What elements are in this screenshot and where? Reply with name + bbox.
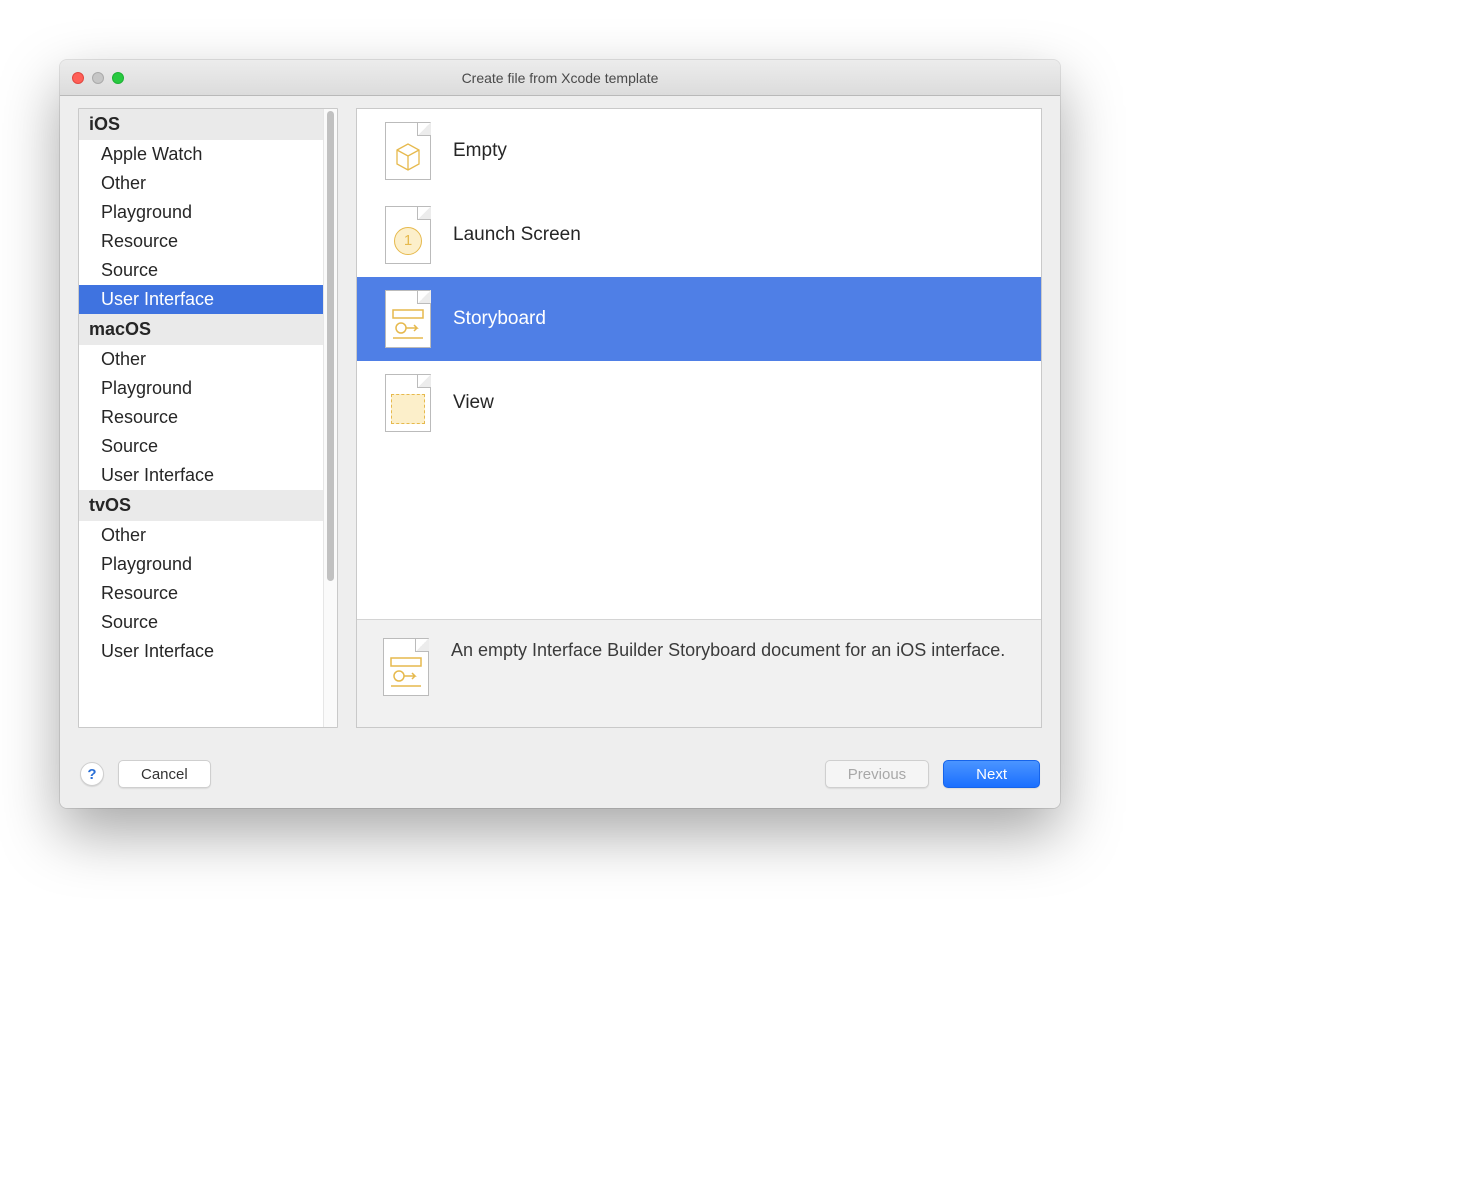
template-label: View bbox=[453, 392, 494, 414]
storyboard-icon bbox=[383, 638, 429, 696]
storyboard-icon bbox=[385, 290, 431, 348]
sidebar-group-tvos: tvOS bbox=[79, 490, 323, 521]
cancel-button[interactable]: Cancel bbox=[118, 760, 211, 788]
sidebar-item-user-interface[interactable]: User Interface bbox=[79, 285, 323, 314]
sidebar-item-playground[interactable]: Playground bbox=[79, 550, 323, 579]
minimize-icon bbox=[92, 72, 104, 84]
scrollbar-track[interactable] bbox=[323, 109, 337, 727]
sidebar: iOSApple WatchOtherPlaygroundResourceSou… bbox=[78, 108, 338, 728]
description-text: An empty Interface Builder Storyboard do… bbox=[451, 638, 1005, 709]
template-empty[interactable]: Empty bbox=[357, 109, 1041, 193]
close-icon[interactable] bbox=[72, 72, 84, 84]
template-label: Storyboard bbox=[453, 308, 546, 330]
sidebar-item-source[interactable]: Source bbox=[79, 256, 323, 285]
zoom-icon[interactable] bbox=[112, 72, 124, 84]
sidebar-item-user-interface[interactable]: User Interface bbox=[79, 461, 323, 490]
sidebar-item-resource[interactable]: Resource bbox=[79, 227, 323, 256]
scrollbar-thumb[interactable] bbox=[327, 111, 334, 581]
view-icon bbox=[385, 374, 431, 432]
launch-icon: 1 bbox=[385, 206, 431, 264]
template-label: Empty bbox=[453, 140, 507, 162]
sidebar-item-other[interactable]: Other bbox=[79, 169, 323, 198]
template-label: Launch Screen bbox=[453, 224, 581, 246]
cube-icon bbox=[385, 122, 431, 180]
sidebar-item-resource[interactable]: Resource bbox=[79, 403, 323, 432]
help-button[interactable]: ? bbox=[80, 762, 104, 786]
titlebar: Create file from Xcode template bbox=[60, 60, 1060, 96]
window-title: Create file from Xcode template bbox=[60, 70, 1060, 86]
next-button[interactable]: Next bbox=[943, 760, 1040, 788]
dialog-window: Create file from Xcode template iOSApple… bbox=[60, 60, 1060, 808]
previous-button: Previous bbox=[825, 760, 929, 788]
template-storyboard[interactable]: Storyboard bbox=[357, 277, 1041, 361]
sidebar-item-playground[interactable]: Playground bbox=[79, 374, 323, 403]
description-panel: An empty Interface Builder Storyboard do… bbox=[357, 619, 1041, 727]
sidebar-item-user-interface[interactable]: User Interface bbox=[79, 637, 323, 666]
footer: ? Cancel Previous Next bbox=[60, 746, 1060, 808]
main-panel: Empty 1 Launch Screen Storyboard View An emp… bbox=[356, 108, 1042, 728]
sidebar-item-source[interactable]: Source bbox=[79, 432, 323, 461]
sidebar-item-other[interactable]: Other bbox=[79, 521, 323, 550]
sidebar-item-other[interactable]: Other bbox=[79, 345, 323, 374]
sidebar-item-playground[interactable]: Playground bbox=[79, 198, 323, 227]
sidebar-item-source[interactable]: Source bbox=[79, 608, 323, 637]
sidebar-group-macos: macOS bbox=[79, 314, 323, 345]
template-view[interactable]: View bbox=[357, 361, 1041, 445]
template-launch-screen[interactable]: 1 Launch Screen bbox=[357, 193, 1041, 277]
sidebar-item-apple-watch[interactable]: Apple Watch bbox=[79, 140, 323, 169]
sidebar-group-ios: iOS bbox=[79, 109, 323, 140]
sidebar-item-resource[interactable]: Resource bbox=[79, 579, 323, 608]
template-list: Empty 1 Launch Screen Storyboard View bbox=[357, 109, 1041, 619]
window-controls bbox=[72, 72, 124, 84]
